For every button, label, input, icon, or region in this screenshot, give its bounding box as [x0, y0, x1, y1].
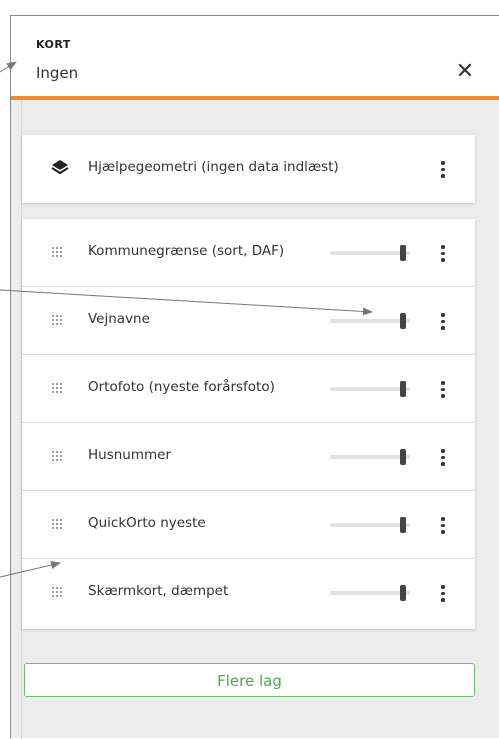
selected-map-title[interactable]: Ingen: [36, 64, 78, 82]
opacity-slider[interactable]: [330, 313, 410, 329]
layer-label: Skærmkort, dæmpet: [88, 583, 229, 599]
pointer-notch: [260, 100, 290, 114]
opacity-slider-knob[interactable]: [400, 449, 406, 465]
drag-handle-icon[interactable]: [52, 247, 62, 259]
opacity-slider[interactable]: [330, 449, 410, 465]
layer-row[interactable]: QuickOrto nyeste: [22, 491, 475, 559]
more-options-icon[interactable]: [436, 311, 450, 331]
more-options-icon[interactable]: [436, 583, 450, 603]
helper-geometry-label: Hjælpegeometri (ingen data indlæst): [88, 159, 339, 175]
more-options-icon[interactable]: [436, 243, 450, 263]
more-options-icon[interactable]: [436, 159, 450, 179]
layer-label: Kommunegrænse (sort, DAF): [88, 243, 285, 259]
opacity-slider[interactable]: [330, 585, 410, 601]
opacity-slider-knob[interactable]: [400, 313, 406, 329]
opacity-slider-knob[interactable]: [400, 245, 406, 261]
layer-label: Ortofoto (nyeste forårsfoto): [88, 379, 275, 395]
layer-row[interactable]: Ortofoto (nyeste forårsfoto): [22, 355, 475, 423]
layer-label: QuickOrto nyeste: [88, 515, 206, 531]
layer-row[interactable]: Vejnavne: [22, 287, 475, 355]
panel-header: KORT Ingen ✕: [11, 16, 499, 100]
layer-label: Husnummer: [88, 447, 172, 463]
drag-handle-icon[interactable]: [52, 315, 62, 327]
opacity-slider-knob[interactable]: [400, 381, 406, 397]
opacity-slider[interactable]: [330, 517, 410, 533]
layer-row[interactable]: Kommunegrænse (sort, DAF): [22, 219, 475, 287]
helper-geometry-card: Hjælpegeometri (ingen data indlæst): [22, 135, 475, 203]
layer-list: Kommunegrænse (sort, DAF) Vejnavne Ortofot…: [22, 219, 475, 629]
helper-geometry-row[interactable]: Hjælpegeometri (ingen data indlæst): [22, 135, 475, 203]
layer-label: Vejnavne: [88, 311, 150, 327]
drag-handle-icon[interactable]: [52, 587, 62, 599]
more-options-icon[interactable]: [436, 515, 450, 535]
more-options-icon[interactable]: [436, 447, 450, 467]
opacity-slider-knob[interactable]: [400, 585, 406, 601]
layer-row[interactable]: Husnummer: [22, 423, 475, 491]
more-options-icon[interactable]: [436, 379, 450, 399]
drag-handle-icon[interactable]: [52, 519, 62, 531]
layer-row[interactable]: Skærmkort, dæmpet: [22, 559, 475, 627]
opacity-slider[interactable]: [330, 245, 410, 261]
opacity-slider[interactable]: [330, 381, 410, 397]
opacity-slider-knob[interactable]: [400, 517, 406, 533]
drag-handle-icon[interactable]: [52, 383, 62, 395]
layers-icon: [51, 160, 69, 175]
drag-handle-icon[interactable]: [52, 451, 62, 463]
close-icon[interactable]: ✕: [453, 60, 477, 84]
header-kicker: KORT: [36, 38, 71, 51]
more-layers-button[interactable]: Flere lag: [24, 663, 475, 697]
